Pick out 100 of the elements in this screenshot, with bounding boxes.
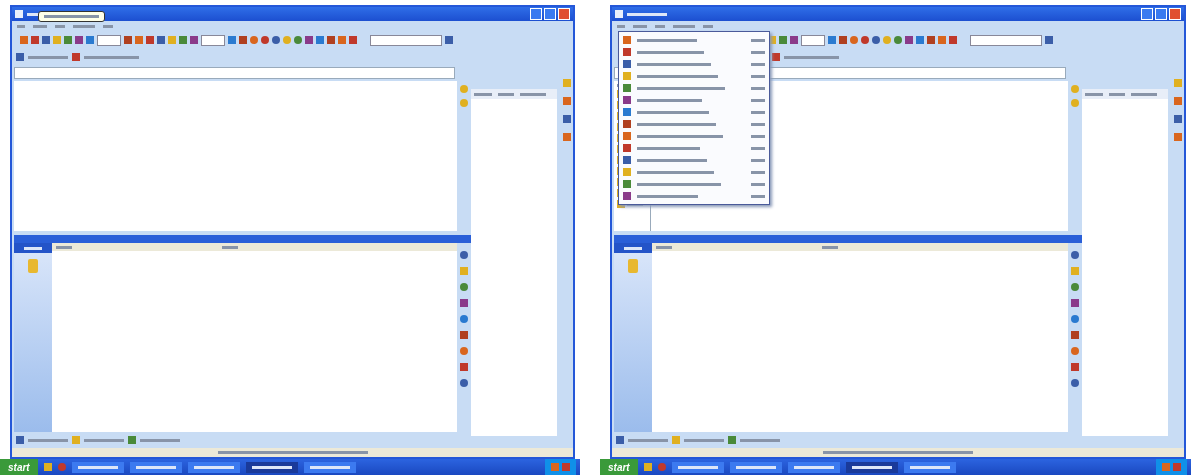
dot-icon[interactable]: [850, 36, 858, 44]
unreadable-text: [55, 24, 65, 28]
unreadable-text: [751, 146, 765, 150]
unreadable-text: [637, 158, 707, 162]
maximize-button[interactable]: [1155, 8, 1167, 20]
app-icon: [15, 10, 23, 18]
unreadable-text: [627, 202, 643, 206]
unreadable-text: [751, 50, 765, 54]
unreadable-text: [637, 50, 704, 54]
unreadable-text: [222, 245, 238, 249]
dot-icon[interactable]: [460, 251, 468, 259]
folder-icon[interactable]: [628, 259, 638, 273]
unreadable-text: [677, 465, 718, 469]
dot-icon[interactable]: [657, 463, 666, 471]
taskbar-button[interactable]: [845, 461, 898, 473]
unreadable-text: [751, 38, 765, 42]
taskbar-button[interactable]: [671, 461, 724, 473]
unreadable-text: [56, 245, 72, 249]
taskbar-button[interactable]: [903, 461, 956, 473]
unreadable-text: [751, 134, 765, 138]
dot-icon[interactable]: [883, 36, 891, 44]
dot-icon[interactable]: [1071, 99, 1079, 107]
unreadable-text: [751, 110, 765, 114]
dot-icon[interactable]: [1071, 379, 1079, 387]
unreadable-text: [751, 158, 765, 162]
dot-icon[interactable]: [294, 36, 302, 44]
dot-icon[interactable]: [894, 36, 902, 44]
dot-icon[interactable]: [283, 36, 291, 44]
close-button[interactable]: [1169, 8, 1181, 20]
unreadable-text: [684, 438, 724, 442]
close-button[interactable]: [558, 8, 570, 20]
dot-icon[interactable]: [1071, 283, 1079, 291]
unreadable-text: [474, 92, 492, 96]
taskbar-button[interactable]: [729, 461, 782, 473]
search-field[interactable]: [970, 34, 1042, 46]
unreadable-text: [751, 74, 765, 78]
dot-icon[interactable]: [1071, 315, 1079, 323]
dot-icon[interactable]: [57, 463, 66, 471]
taskbar-button[interactable]: [303, 461, 356, 473]
unreadable-text: [822, 245, 838, 249]
number-field[interactable]: [97, 34, 121, 46]
unreadable-text: [751, 86, 765, 90]
unreadable-text: [1085, 92, 1103, 96]
taskbar-button[interactable]: [129, 461, 182, 473]
unreadable-text: [624, 246, 642, 250]
number-field[interactable]: [801, 34, 825, 46]
unreadable-text: [73, 24, 95, 28]
start-button[interactable]: start: [0, 459, 38, 475]
unreadable-text: [135, 465, 176, 469]
dot-icon[interactable]: [460, 347, 468, 355]
unreadable-text: [751, 194, 765, 198]
taskbar-button[interactable]: [245, 461, 298, 473]
unreadable-text: [193, 465, 234, 469]
unreadable-text: [637, 194, 698, 198]
dot-icon[interactable]: [861, 36, 869, 44]
unreadable-text: [77, 465, 118, 469]
unreadable-text: [627, 12, 667, 16]
address-field[interactable]: [14, 67, 455, 79]
minimize-button[interactable]: [1141, 8, 1153, 20]
dot-icon[interactable]: [1071, 85, 1079, 93]
unreadable-text: [617, 24, 625, 28]
maximize-button[interactable]: [544, 8, 556, 20]
taskbar-button[interactable]: [187, 461, 240, 473]
taskbar-button[interactable]: [787, 461, 840, 473]
unreadable-text: [740, 438, 780, 442]
unreadable-text: [28, 55, 68, 59]
dot-icon[interactable]: [250, 36, 258, 44]
dot-icon[interactable]: [460, 283, 468, 291]
dot-icon[interactable]: [272, 36, 280, 44]
unreadable-text: [633, 24, 647, 28]
unreadable-text: [309, 465, 350, 469]
dot-icon[interactable]: [261, 36, 269, 44]
folder-icon[interactable]: [28, 259, 38, 273]
dot-icon[interactable]: [872, 36, 880, 44]
square-icon[interactable]: [643, 463, 652, 471]
unreadable-text: [793, 465, 834, 469]
nav-tab[interactable]: [614, 243, 652, 253]
minimize-button[interactable]: [530, 8, 542, 20]
square-icon[interactable]: [43, 463, 52, 471]
start-button[interactable]: start: [600, 459, 638, 475]
unreadable-text: [751, 182, 765, 186]
dot-icon[interactable]: [1071, 347, 1079, 355]
unreadable-text: [84, 438, 124, 442]
dot-icon[interactable]: [460, 85, 468, 93]
dot-icon[interactable]: [460, 99, 468, 107]
unreadable-text: [703, 24, 713, 28]
search-field[interactable]: [370, 34, 442, 46]
unreadable-text: [251, 465, 292, 469]
nav-tab[interactable]: [14, 243, 52, 253]
dot-icon[interactable]: [460, 315, 468, 323]
unreadable-text: [909, 465, 950, 469]
unreadable-text: [520, 92, 546, 96]
dot-icon[interactable]: [1071, 251, 1079, 259]
unreadable-text: [17, 24, 25, 28]
unreadable-text: [628, 438, 668, 442]
number-field[interactable]: [201, 34, 225, 46]
unreadable-text: [655, 24, 665, 28]
dot-icon[interactable]: [460, 379, 468, 387]
square-icon: [623, 72, 631, 80]
taskbar-button[interactable]: [71, 461, 124, 473]
